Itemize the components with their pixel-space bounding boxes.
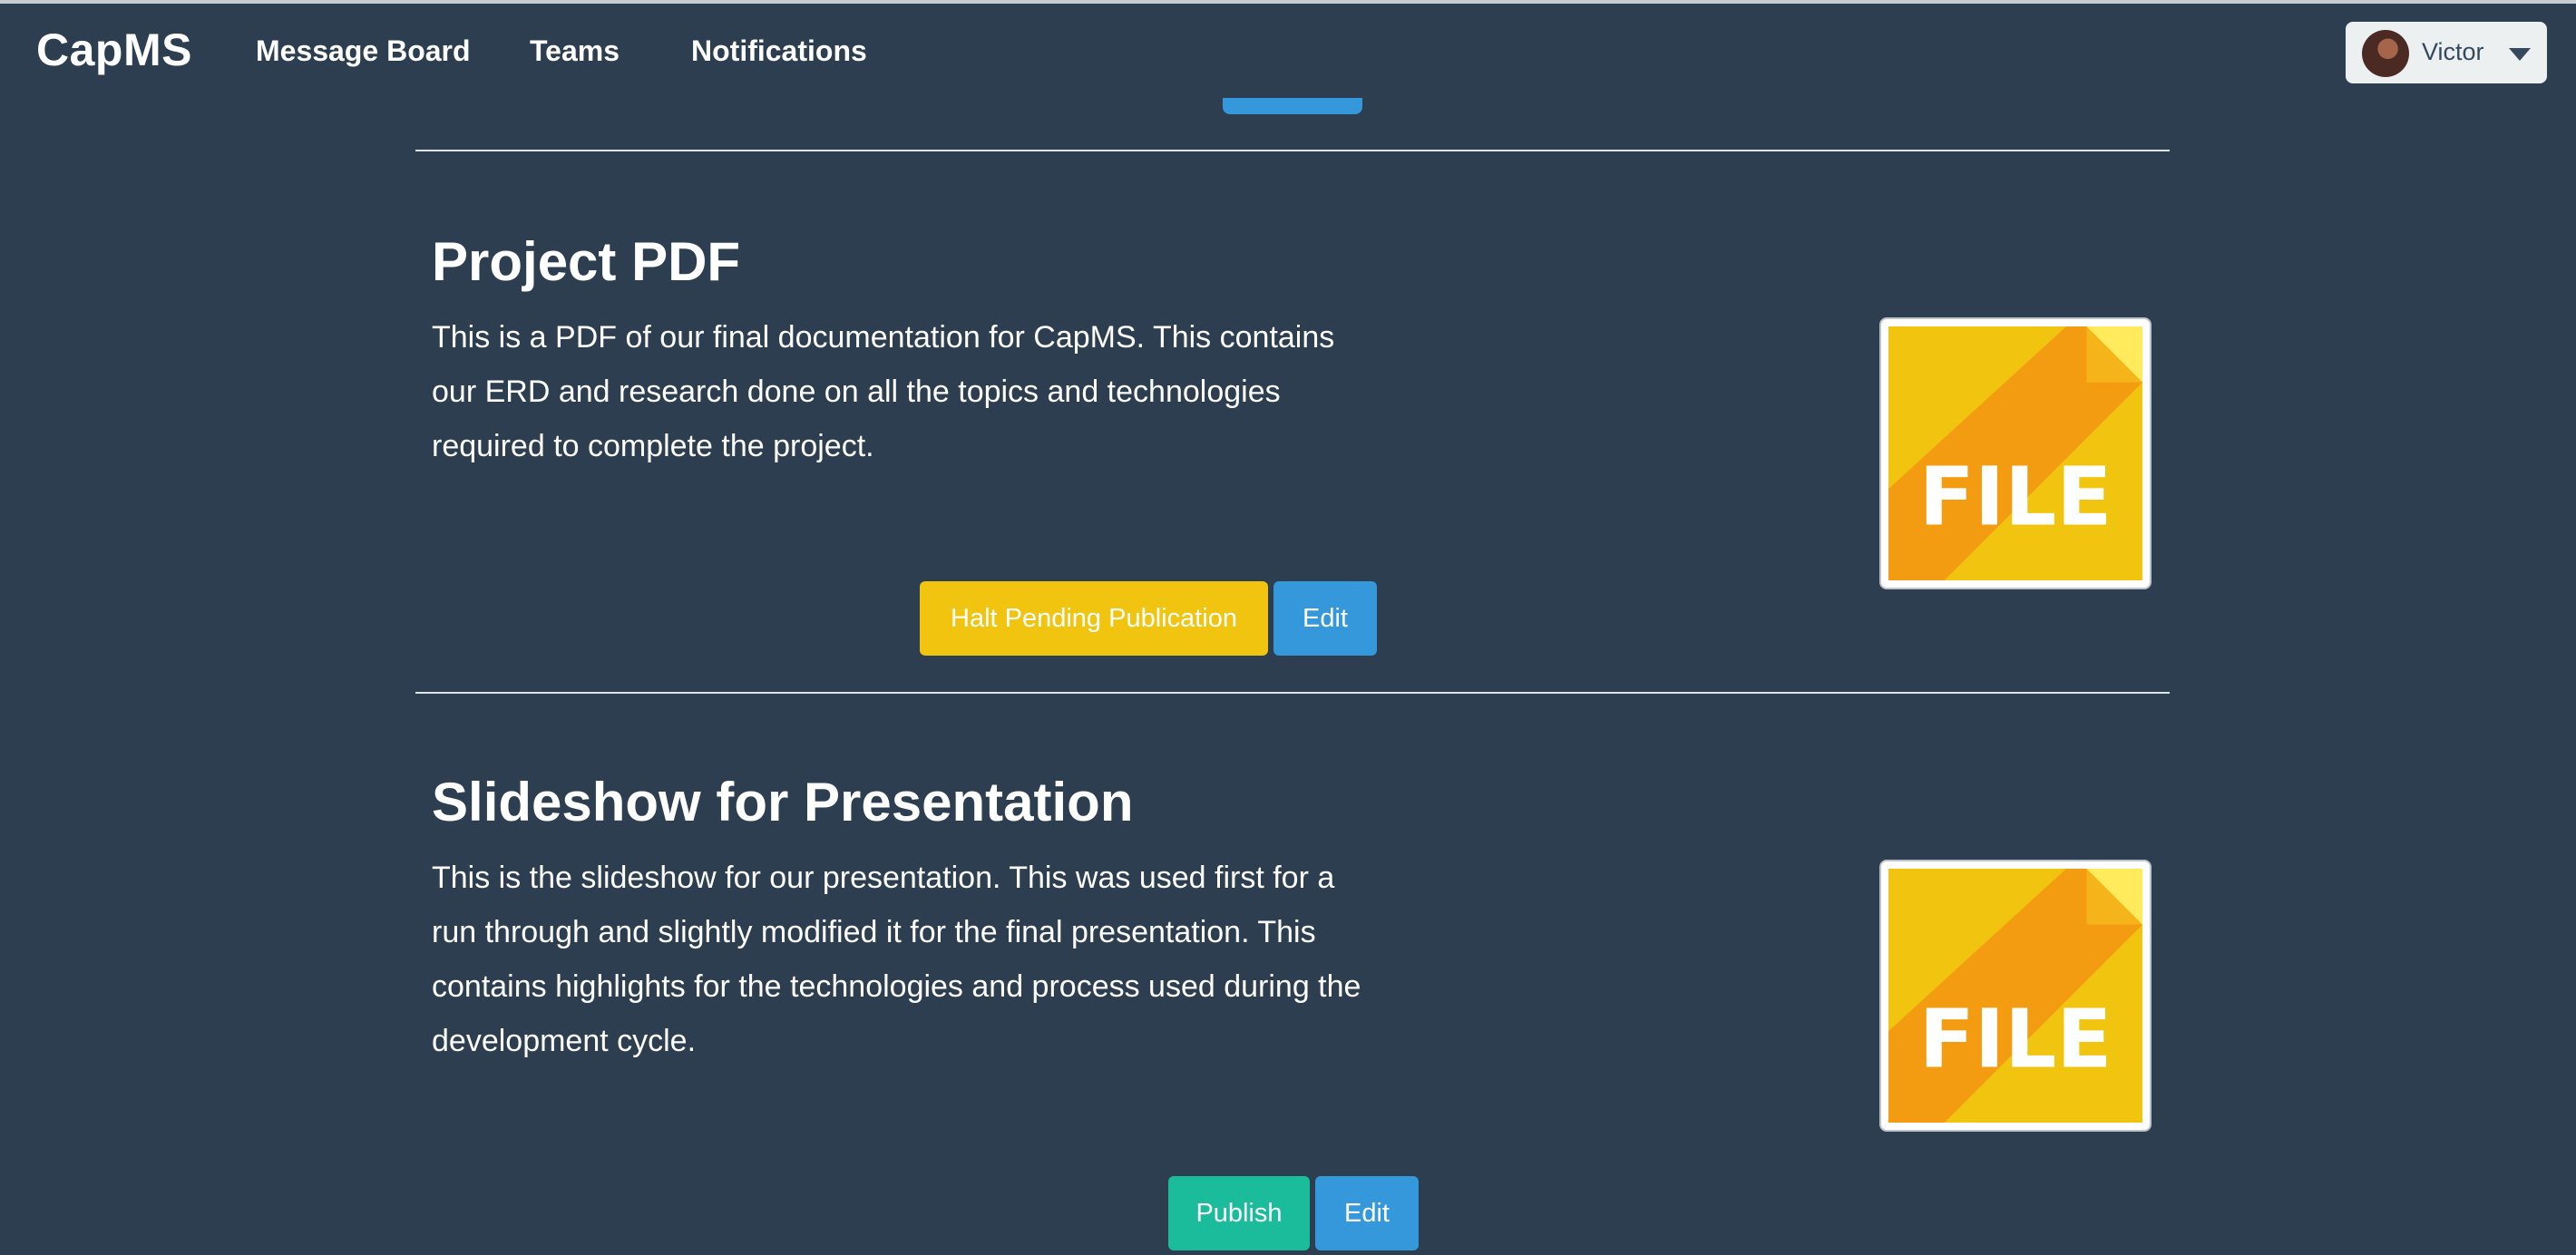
partially-hidden-button[interactable] <box>1223 98 1362 114</box>
nav-notifications[interactable]: Notifications <box>691 34 867 68</box>
nav-teams[interactable]: Teams <box>530 34 620 68</box>
page: CapMS Message Board Teams Notifications … <box>0 0 2576 1255</box>
user-menu-button[interactable]: Victor <box>2346 22 2547 83</box>
edit-button[interactable]: Edit <box>1315 1176 1419 1250</box>
file-thumbnail[interactable]: FILE <box>1879 860 2152 1132</box>
edit-button[interactable]: Edit <box>1273 581 1377 656</box>
document-description: This is the slideshow for our presentati… <box>432 861 1361 1058</box>
file-icon-label: FILE <box>1919 992 2113 1086</box>
divider <box>415 150 2170 151</box>
navbar: CapMS Message Board Teams Notifications … <box>0 4 2576 103</box>
brand-logo[interactable]: CapMS <box>36 24 192 76</box>
file-icon: FILE <box>1888 869 2142 1123</box>
avatar <box>2362 30 2409 77</box>
file-icon-label: FILE <box>1919 450 2113 544</box>
file-icon: FILE <box>1888 326 2142 580</box>
user-name: Victor <box>2422 38 2484 65</box>
publish-button[interactable]: Publish <box>1168 1176 1310 1250</box>
divider <box>415 692 2170 694</box>
halt-pending-publication-button[interactable]: Halt Pending Publication <box>920 581 1268 656</box>
document-title: Project PDF <box>432 231 741 292</box>
caret-down-icon <box>2509 48 2531 61</box>
document-description: This is a PDF of our final documentation… <box>432 320 1335 463</box>
file-thumbnail[interactable]: FILE <box>1879 317 2152 589</box>
document-title: Slideshow for Presentation <box>432 772 1134 832</box>
nav-message-board[interactable]: Message Board <box>256 34 471 68</box>
